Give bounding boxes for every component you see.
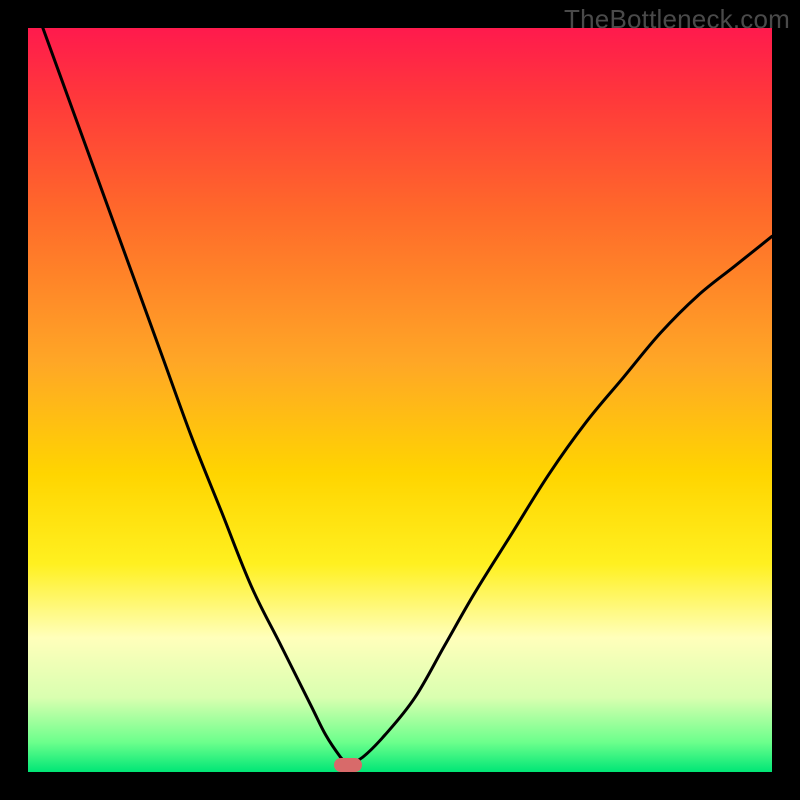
bottleneck-curve: [28, 28, 772, 772]
curve-left-branch: [43, 28, 348, 765]
plot-area: [28, 28, 772, 772]
chart-frame: TheBottleneck.com: [0, 0, 800, 800]
curve-right-branch: [348, 236, 772, 764]
watermark-text: TheBottleneck.com: [564, 4, 790, 35]
minimum-marker: [334, 758, 362, 772]
